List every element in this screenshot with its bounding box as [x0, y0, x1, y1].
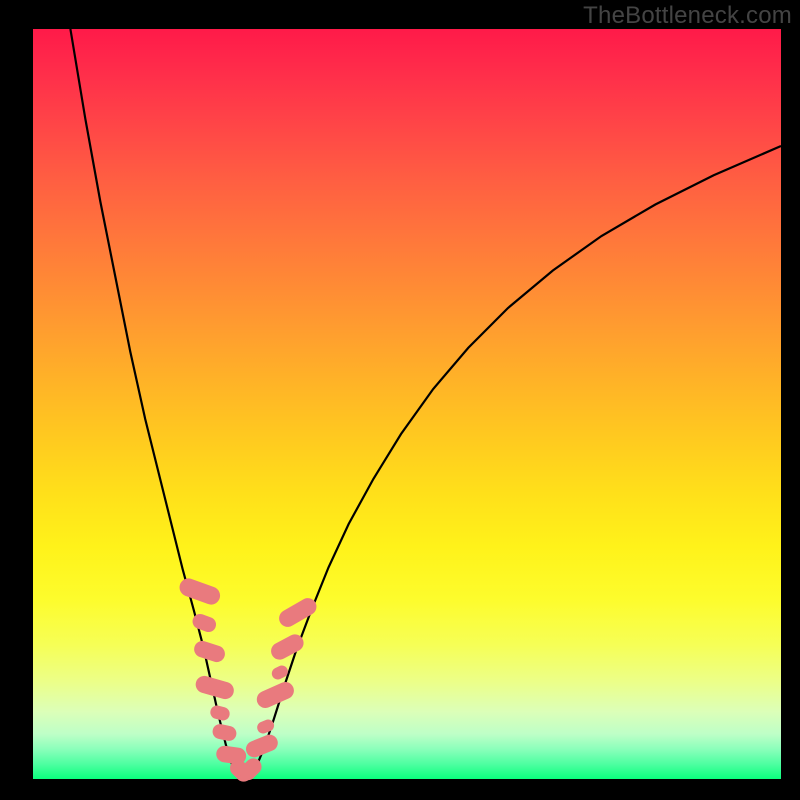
chart-frame: TheBottleneck.com [0, 0, 800, 800]
data-marker [254, 679, 297, 711]
bottleneck-curve [70, 29, 781, 779]
data-marker [177, 576, 223, 607]
data-marker [192, 639, 227, 664]
chart-svg [0, 0, 800, 800]
data-marker [209, 704, 231, 722]
data-marker [276, 595, 320, 630]
data-marker [211, 723, 238, 743]
